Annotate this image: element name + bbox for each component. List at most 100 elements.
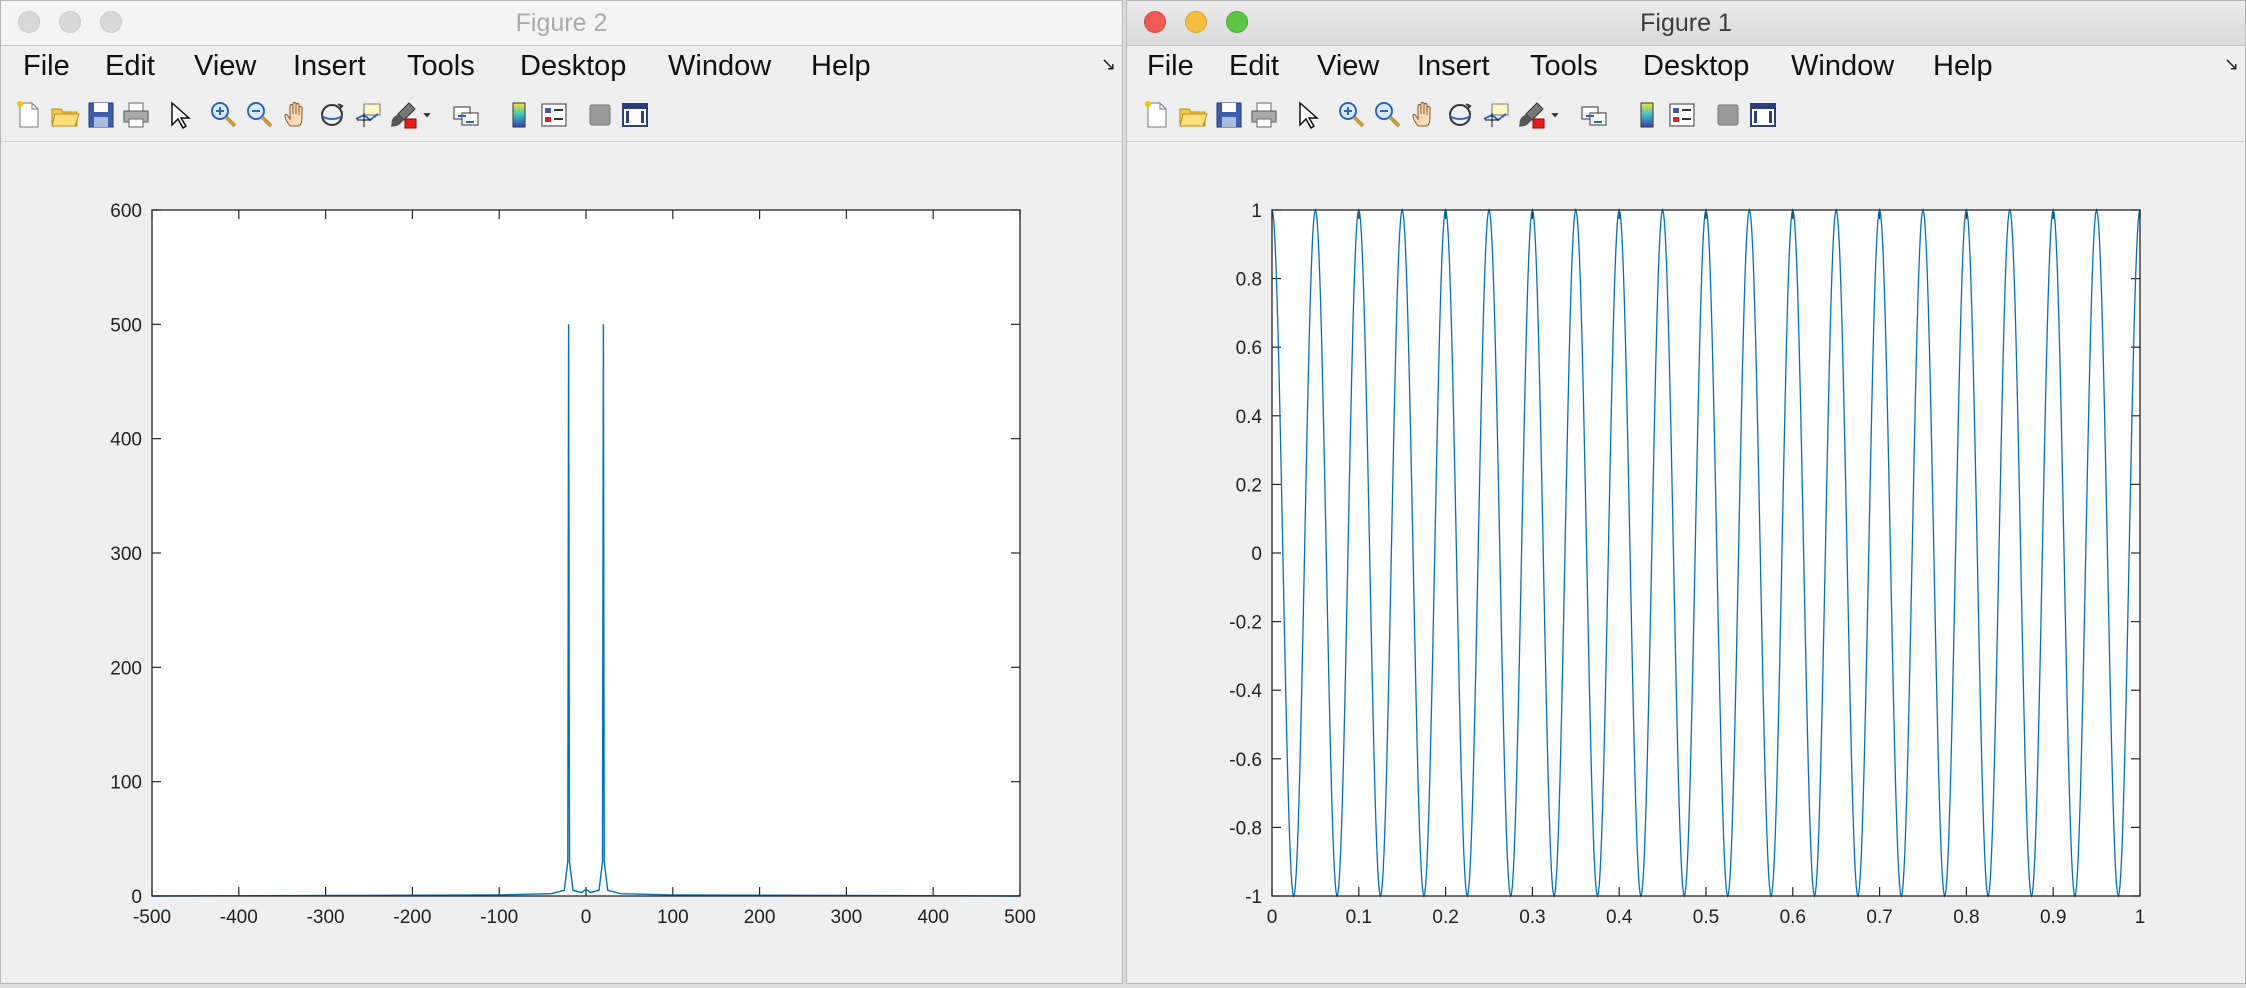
figure-1-window: Figure 1 File Edit View Insert Tools Des… [1126,0,2246,984]
link-plot-icon[interactable] [1576,97,1612,133]
menu-view[interactable]: View [1317,50,1379,83]
colorbar-icon[interactable] [501,97,537,133]
fig1-y-tick-label: 0.2 [1236,475,1262,496]
pan-icon[interactable] [278,97,314,133]
zoom-in-icon[interactable] [205,97,241,133]
menu-help[interactable]: Help [1933,50,1993,83]
fig2-plot-area [152,210,1020,896]
fig2-x-tick-label: 100 [657,907,689,928]
fig1-x-tick-label: 0.9 [2040,907,2066,928]
fig2-x-tick-label: 300 [831,907,863,928]
colorbar-icon[interactable] [1629,97,1665,133]
figure-1-axes[interactable]: 0 0.1 0.2 0.3 0.4 0.5 0.6 0.7 0.8 0.9 1 -1 -0.8 -0.6 -… [1127,143,2246,984]
fig2-y-tick-label: 400 [110,430,142,451]
pointer-icon[interactable] [161,97,197,133]
fig2-x-tick-label: 200 [744,907,776,928]
save-icon[interactable] [1211,97,1247,133]
new-figure-icon[interactable] [1139,97,1175,133]
fig1-y-tick-label: -0.4 [1229,681,1262,702]
fig2-x-tick-label: -300 [307,907,345,928]
toolbar [1,89,1122,142]
fig2-y-tick-label: 0 [131,887,142,908]
fig2-x-tick-label: 500 [1004,907,1036,928]
menu-edit[interactable]: Edit [1229,50,1279,83]
menu-desktop[interactable]: Desktop [1643,50,1749,83]
brush-dropdown-icon[interactable] [417,97,437,133]
title-bar[interactable]: Figure 1 [1127,1,2245,46]
fig1-x-tick-label: 0.6 [1780,907,1806,928]
rotate-3d-icon[interactable] [314,97,350,133]
fig2-y-tick-label: 300 [110,544,142,565]
figure-2-axes[interactable]: -500 -400 -300 -200 -100 0 100 200 300 400 500 0 100… [1,143,1123,984]
fig2-y-tick-label: 500 [110,315,142,336]
save-icon[interactable] [83,97,119,133]
fig1-y-tick-label: -1 [1245,887,1262,908]
hide-plot-tools-icon[interactable] [1710,97,1746,133]
menu-file[interactable]: File [23,50,70,83]
open-file-icon[interactable] [1175,97,1211,133]
pointer-icon[interactable] [1289,97,1325,133]
legend-icon[interactable] [536,97,572,133]
menu-tools[interactable]: Tools [407,50,475,83]
fig2-x-tick-label: 400 [917,907,949,928]
window-title: Figure 1 [1640,9,1732,37]
fig2-x-tick-label: 0 [581,907,592,928]
window-title: Figure 2 [515,9,608,37]
fig2-x-tick-label: -400 [220,907,258,928]
fig1-y-tick-label: 1 [1251,201,1262,222]
dock-arrow-icon[interactable]: ↘ [2224,54,2239,75]
rotate-3d-icon[interactable] [1442,97,1478,133]
brush-icon[interactable] [1513,97,1549,133]
new-figure-icon[interactable] [11,97,47,133]
open-file-icon[interactable] [47,97,83,133]
menu-file[interactable]: File [1147,50,1194,83]
fig2-y-tick-label: 100 [110,773,142,794]
legend-icon[interactable] [1664,97,1700,133]
menu-bar: File Edit View Insert Tools Desktop Wind… [1,46,1122,86]
fig2-y-tick-label: 200 [110,658,142,679]
fig1-y-tick-label: 0.8 [1236,270,1262,291]
brush-dropdown-icon[interactable] [1545,97,1565,133]
fig1-x-tick-label: 0.5 [1693,907,1719,928]
menu-window[interactable]: Window [668,50,771,83]
pan-icon[interactable] [1406,97,1442,133]
fig1-x-tick-label: 1 [2135,907,2146,928]
fig1-x-tick-label: 0.1 [1346,907,1372,928]
menu-tools[interactable]: Tools [1530,50,1598,83]
fig1-y-tick-label: 0 [1251,544,1262,565]
menu-insert[interactable]: Insert [1417,50,1490,83]
brush-icon[interactable] [385,97,421,133]
fig1-x-tick-label: 0 [1267,907,1278,928]
fig1-y-tick-label: -0.6 [1229,750,1262,771]
fig2-x-tick-label: -200 [393,907,431,928]
link-plot-icon[interactable] [448,97,484,133]
fig1-y-tick-label: -0.2 [1229,613,1262,634]
fig1-x-tick-label: 0.7 [1866,907,1892,928]
menu-edit[interactable]: Edit [105,50,155,83]
menu-desktop[interactable]: Desktop [520,50,626,83]
fig1-x-tick-label: 0.2 [1432,907,1458,928]
menu-help[interactable]: Help [811,50,871,83]
fig1-y-tick-label: 0.4 [1236,407,1263,428]
zoom-in-icon[interactable] [1333,97,1369,133]
data-cursor-icon[interactable] [1478,97,1514,133]
menu-bar: File Edit View Insert Tools Desktop Wind… [1127,46,2245,86]
zoom-out-icon[interactable] [241,97,277,133]
fig1-x-tick-label: 0.4 [1606,907,1633,928]
show-plot-tools-icon[interactable] [1745,97,1781,133]
fig1-x-tick-label: 0.3 [1519,907,1545,928]
title-bar[interactable]: Figure 2 [1,1,1122,46]
fig1-x-tick-label: 0.8 [1953,907,1979,928]
menu-insert[interactable]: Insert [293,50,366,83]
zoom-out-icon[interactable] [1369,97,1405,133]
data-cursor-icon[interactable] [350,97,386,133]
fig1-plot-area [1272,210,2140,896]
fig2-x-tick-label: -500 [133,907,171,928]
menu-window[interactable]: Window [1791,50,1894,83]
hide-plot-tools-icon[interactable] [582,97,618,133]
print-icon[interactable] [1246,97,1282,133]
print-icon[interactable] [118,97,154,133]
menu-view[interactable]: View [194,50,256,83]
dock-arrow-icon[interactable]: ↘ [1101,54,1116,75]
show-plot-tools-icon[interactable] [617,97,653,133]
